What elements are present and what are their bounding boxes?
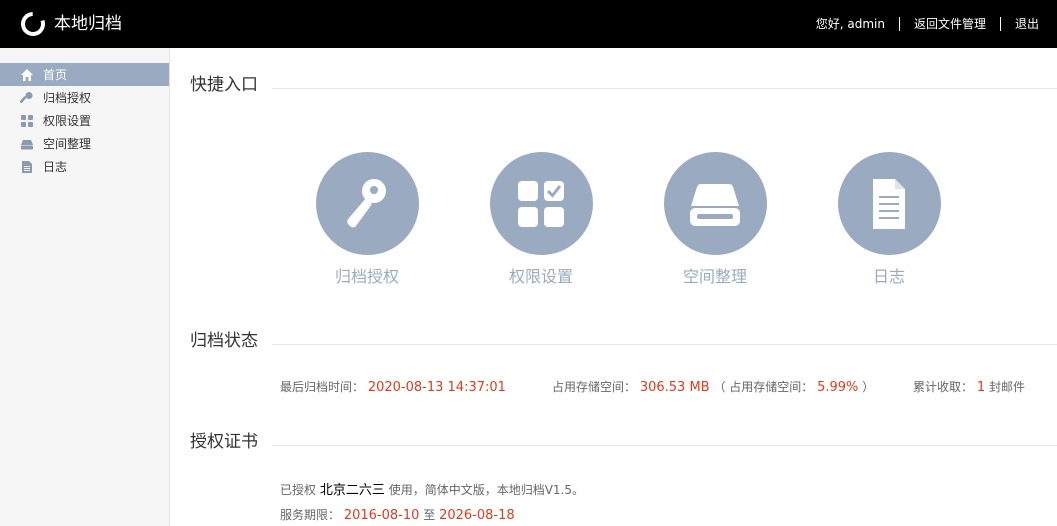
section-divider bbox=[272, 88, 1057, 89]
document-icon bbox=[873, 178, 905, 229]
last-archive-time-label: 最后归档时间： bbox=[280, 380, 365, 394]
nav-divider bbox=[999, 17, 1001, 31]
storage-used-value: 306.53 MB bbox=[639, 380, 710, 395]
section-title-license: 授权证书 bbox=[190, 432, 258, 452]
sidebar-item-label: 日志 bbox=[43, 160, 68, 174]
quick-entry-space-cleanup[interactable]: 空间整理 bbox=[628, 152, 802, 287]
sidebar: 首页 归档授权 权限设置 空间整理 日志 bbox=[0, 48, 170, 526]
license-prefix: 已授权 bbox=[280, 483, 317, 497]
quick-entry-label: 空间整理 bbox=[682, 267, 747, 286]
quick-entry-circle[interactable] bbox=[837, 152, 941, 255]
document-icon bbox=[20, 160, 34, 174]
last-archive-time-value: 2020-08-13 14:37:01 bbox=[367, 380, 506, 395]
licensee-name: 北京二六三 bbox=[319, 483, 385, 498]
sidebar-item-label: 归档授权 bbox=[43, 91, 92, 105]
storage-percent-close: ） bbox=[862, 380, 875, 394]
sidebar-item-archive-auth[interactable]: 归档授权 bbox=[0, 86, 169, 109]
app-title: 本地归档 bbox=[54, 14, 122, 34]
key-icon bbox=[20, 91, 34, 105]
quick-entry-label: 日志 bbox=[872, 267, 905, 286]
last-archive-time: 最后归档时间： 2020-08-13 14:37:01 bbox=[280, 378, 506, 397]
section-divider bbox=[272, 344, 1057, 345]
grid-icon bbox=[20, 114, 34, 128]
sidebar-item-log[interactable]: 日志 bbox=[0, 155, 169, 178]
quick-entry-permissions[interactable]: 权限设置 bbox=[454, 152, 628, 287]
storage-used-label: 占用存储空间： bbox=[552, 380, 637, 394]
top-bar: 本地归档 您好, admin 返回文件管理 退出 bbox=[0, 0, 1057, 48]
quick-entry-circle[interactable] bbox=[315, 152, 419, 255]
section-title-archive-status: 归档状态 bbox=[190, 331, 258, 351]
section-title-quick-entry: 快捷入口 bbox=[190, 75, 258, 95]
received-count: 累计收取： 1 封邮件 bbox=[913, 378, 1025, 397]
key-icon bbox=[347, 178, 386, 227]
sidebar-item-label: 首页 bbox=[43, 68, 68, 82]
top-nav: 您好, admin 返回文件管理 退出 bbox=[816, 14, 1039, 34]
section-divider bbox=[272, 445, 1057, 446]
sidebar-item-space-cleanup[interactable]: 空间整理 bbox=[0, 132, 169, 155]
received-count-value: 1 bbox=[976, 380, 986, 395]
quick-entry-list: 归档授权 权限设置 空间整理 日志 bbox=[280, 152, 976, 287]
sidebar-item-label: 权限设置 bbox=[43, 114, 92, 128]
license-suffix: 使用，简体中文版，本地归档V1.5。 bbox=[388, 483, 584, 497]
license-info: 已授权 北京二六三 使用，简体中文版，本地归档V1.5。 bbox=[280, 481, 584, 500]
home-icon bbox=[20, 68, 34, 82]
drive-icon bbox=[690, 183, 740, 226]
service-period-start: 2016-08-10 bbox=[343, 508, 420, 523]
main-content: 快捷入口 归档授权 权限设置 空间整理 日志 归档状态 最后归档时间： 2020… bbox=[170, 48, 1057, 526]
logo-icon bbox=[21, 12, 45, 36]
received-count-label: 累计收取： bbox=[913, 380, 974, 394]
quick-entry-archive-auth[interactable]: 归档授权 bbox=[280, 152, 454, 287]
storage-used: 占用存储空间： 306.53 MB （ 占用存储空间： 5.99% ） bbox=[552, 378, 874, 397]
quick-entry-circle[interactable] bbox=[663, 152, 767, 255]
drive-icon bbox=[20, 137, 34, 151]
storage-percent-label: （ 占用存储空间： bbox=[713, 380, 814, 394]
quick-entry-label: 归档授权 bbox=[334, 267, 399, 286]
quick-entry-label: 权限设置 bbox=[508, 267, 573, 286]
quick-entry-circle[interactable] bbox=[489, 152, 593, 255]
back-to-files-link[interactable]: 返回文件管理 bbox=[914, 14, 986, 34]
sidebar-item-home[interactable]: 首页 bbox=[0, 63, 169, 86]
user-greeting: 您好, admin bbox=[815, 17, 885, 31]
service-period-end: 2026-08-18 bbox=[439, 508, 515, 523]
sidebar-item-permissions[interactable]: 权限设置 bbox=[0, 109, 169, 132]
received-count-unit: 封邮件 bbox=[988, 380, 1025, 394]
service-period-label: 服务期限： bbox=[280, 508, 341, 522]
nav-divider bbox=[898, 17, 900, 31]
logout-link[interactable]: 退出 bbox=[1015, 14, 1039, 34]
storage-percent-value: 5.99% bbox=[817, 380, 859, 395]
quick-entry-log[interactable]: 日志 bbox=[802, 152, 976, 287]
sidebar-item-label: 空间整理 bbox=[43, 137, 92, 151]
service-period-to: 至 bbox=[423, 508, 436, 522]
service-period: 服务期限： 2016-08-10 至 2026-08-18 bbox=[280, 506, 515, 525]
grid-check-icon bbox=[518, 180, 564, 227]
